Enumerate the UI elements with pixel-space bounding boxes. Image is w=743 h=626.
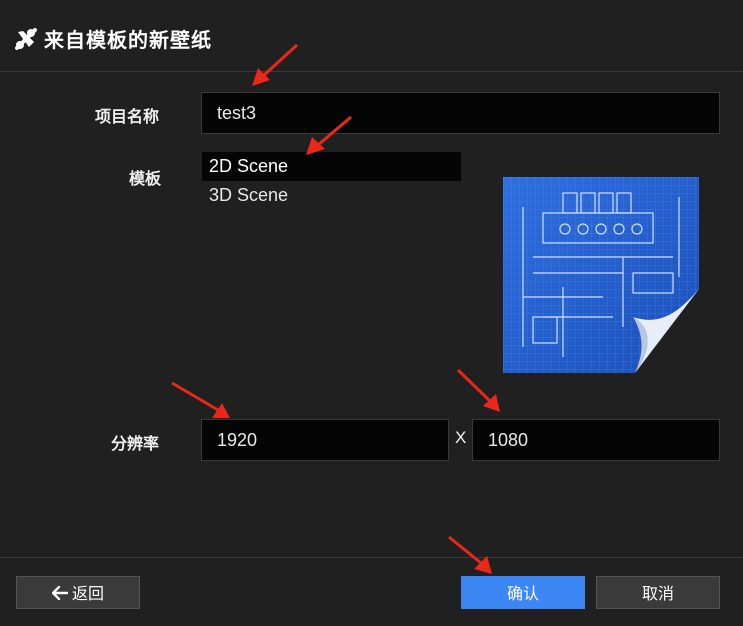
resolution-width-input[interactable]: 1920	[201, 419, 449, 461]
template-list[interactable]: 2D Scene 3D Scene	[202, 152, 461, 212]
cancel-button[interactable]: 取消	[596, 576, 720, 609]
resolution-label: 分辨率	[111, 434, 160, 453]
project-name-label: 项目名称	[95, 107, 160, 126]
template-option-3d-scene[interactable]: 3D Scene	[202, 181, 461, 210]
resolution-separator: X	[455, 428, 467, 447]
project-name-input[interactable]: test3	[201, 92, 720, 134]
resolution-height-input[interactable]: 1080	[472, 419, 720, 461]
dialog-title: 来自模板的新壁纸	[44, 28, 212, 52]
back-button[interactable]: 返回	[16, 576, 140, 609]
footer-divider	[0, 557, 743, 558]
back-button-label: 返回	[71, 584, 104, 603]
title-bar: 来自模板的新壁纸	[0, 0, 743, 72]
template-option-2d-scene[interactable]: 2D Scene	[202, 152, 461, 181]
blueprint-document-icon	[503, 177, 699, 373]
wallpaper-tools-icon	[15, 28, 37, 50]
arrow-left-icon	[51, 585, 69, 601]
confirm-button[interactable]: 确认	[461, 576, 585, 609]
template-label: 模板	[129, 169, 162, 188]
